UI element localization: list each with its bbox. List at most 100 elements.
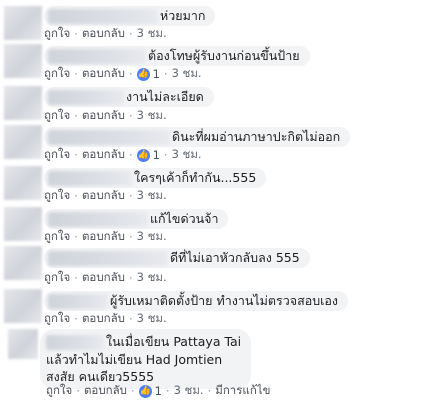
separator: · bbox=[163, 67, 168, 81]
like-button[interactable]: ถูกใจ bbox=[44, 269, 70, 287]
comment-bubble: ในเมื่อเขียน Pattaya Tai แล้วทำไมไม่เขีย… bbox=[40, 329, 252, 389]
separator: · bbox=[128, 109, 133, 123]
reply-button[interactable]: ตอบกลับ bbox=[82, 228, 125, 246]
like-button[interactable]: ถูกใจ bbox=[44, 187, 70, 205]
separator: · bbox=[128, 230, 133, 244]
comment-text: ดีที่ไม่เอาหัวกลับลง 555 bbox=[170, 250, 300, 265]
comment-text: ต้องโทษผู้รับงานก่อนขึ้นป้าย bbox=[148, 48, 300, 63]
comment-bubble: ใครๆเค้าก็ทำกัน...555 bbox=[44, 168, 267, 188]
reaction-count[interactable]: 1 bbox=[153, 67, 160, 81]
separator: · bbox=[130, 384, 135, 398]
like-button[interactable]: ถูกใจ bbox=[44, 25, 70, 43]
separator: · bbox=[74, 109, 78, 123]
commenter-name[interactable] bbox=[48, 129, 170, 145]
separator: · bbox=[128, 271, 133, 285]
like-button[interactable]: ถูกใจ bbox=[44, 146, 70, 164]
comment-text-line: แล้วทำไมไม่เขียน Had Jomtien bbox=[46, 352, 223, 367]
comment-bubble: ดินะที่ผมอ่านภาษาปะกิตไม่ออก bbox=[44, 127, 351, 147]
comment-actions: ถูกใจ · ตอบกลับ · 3 ชม. bbox=[44, 26, 167, 42]
commenter-name[interactable] bbox=[48, 211, 148, 227]
separator: · bbox=[207, 384, 212, 398]
avatar[interactable] bbox=[8, 329, 38, 359]
reply-button[interactable]: ตอบกลับ bbox=[82, 107, 125, 125]
separator: · bbox=[128, 189, 133, 203]
separator: · bbox=[163, 148, 168, 162]
avatar[interactable] bbox=[4, 6, 42, 40]
like-button[interactable]: ถูกใจ bbox=[44, 107, 70, 125]
separator: · bbox=[74, 189, 78, 203]
reply-button[interactable]: ตอบกลับ bbox=[82, 146, 125, 164]
commenter-name[interactable] bbox=[48, 8, 158, 24]
comment-actions: ถูกใจ · ตอบกลับ · 👍 1 · 3 ชม. bbox=[44, 66, 202, 82]
commenter-name[interactable] bbox=[48, 293, 108, 309]
comment-bubble: แก้ไขด่วนจ้า bbox=[44, 209, 229, 229]
separator: · bbox=[128, 67, 133, 81]
like-button[interactable]: ถูกใจ bbox=[44, 65, 70, 83]
timestamp[interactable]: 3 ชม. bbox=[137, 187, 167, 205]
reply-button[interactable]: ตอบกลับ bbox=[82, 269, 125, 287]
separator: · bbox=[128, 312, 133, 326]
commenter-name[interactable] bbox=[48, 170, 132, 186]
comment-text: ห่วยมาก bbox=[160, 8, 206, 23]
separator: · bbox=[76, 384, 80, 398]
comment-bubble: ผู้รับเหมาติดตั้งป้าย ทำงานไม่ตรวจสอบเอง bbox=[44, 291, 349, 311]
comment-text: งานไม่ละเอียด bbox=[126, 89, 204, 104]
separator: · bbox=[128, 148, 133, 162]
comment-text-line: ในเมื่อเขียน Pattaya Tai bbox=[106, 334, 242, 349]
reaction-count[interactable]: 1 bbox=[153, 148, 160, 162]
like-icon: 👍 bbox=[138, 384, 152, 398]
separator: · bbox=[74, 148, 78, 162]
comment-thread: ห่วยมาก ถูกใจ · ตอบกลับ · 3 ชม. ต้องโทษผ… bbox=[0, 0, 448, 402]
like-button[interactable]: ถูกใจ bbox=[44, 310, 70, 328]
comment-text: ผู้รับเหมาติดตั้งป้าย ทำงานไม่ตรวจสอบเอง bbox=[110, 293, 339, 308]
like-button[interactable]: ถูกใจ bbox=[46, 382, 72, 400]
reply-button[interactable]: ตอบกลับ bbox=[82, 65, 125, 83]
comment-bubble: ต้องโทษผู้รับงานก่อนขึ้นป้าย bbox=[44, 46, 310, 66]
edited-label[interactable]: มีการแก้ไข bbox=[215, 382, 270, 400]
avatar[interactable] bbox=[4, 246, 42, 280]
comment-actions: ถูกใจ · ตอบกลับ · 3 ชม. bbox=[44, 270, 167, 286]
avatar[interactable] bbox=[4, 289, 42, 323]
reply-button[interactable]: ตอบกลับ bbox=[84, 382, 127, 400]
separator: · bbox=[74, 67, 78, 81]
separator: · bbox=[128, 27, 133, 41]
avatar[interactable] bbox=[4, 207, 42, 241]
avatar[interactable] bbox=[4, 86, 42, 120]
commenter-name[interactable] bbox=[48, 48, 146, 64]
like-button[interactable]: ถูกใจ bbox=[44, 228, 70, 246]
commenter-name[interactable] bbox=[48, 250, 168, 266]
timestamp[interactable]: 3 ชม. bbox=[137, 310, 167, 328]
separator: · bbox=[74, 271, 78, 285]
comment-text: ดินะที่ผมอ่านภาษาปะกิตไม่ออก bbox=[172, 129, 341, 144]
reply-button[interactable]: ตอบกลับ bbox=[82, 310, 125, 328]
timestamp[interactable]: 3 ชม. bbox=[137, 107, 167, 125]
timestamp[interactable]: 3 ชม. bbox=[137, 269, 167, 287]
reaction-count[interactable]: 1 bbox=[155, 384, 162, 398]
timestamp[interactable]: 3 ชม. bbox=[172, 65, 202, 83]
like-icon: 👍 bbox=[136, 148, 150, 162]
commenter-name[interactable] bbox=[46, 334, 104, 350]
timestamp[interactable]: 3 ชม. bbox=[137, 228, 167, 246]
comment-text: แก้ไขด่วนจ้า bbox=[150, 211, 219, 226]
avatar[interactable] bbox=[4, 166, 42, 200]
comment-bubble: ห่วยมาก bbox=[44, 6, 216, 26]
comment-actions: ถูกใจ · ตอบกลับ · 👍 1 · 3 ชม. bbox=[44, 147, 202, 163]
comment-text: ใครๆเค้าก็ทำกัน...555 bbox=[134, 170, 257, 185]
timestamp[interactable]: 3 ชม. bbox=[137, 25, 167, 43]
avatar[interactable] bbox=[4, 125, 42, 159]
avatar[interactable] bbox=[4, 44, 42, 78]
separator: · bbox=[74, 312, 78, 326]
separator: · bbox=[74, 27, 78, 41]
comment-actions: ถูกใจ · ตอบกลับ · 3 ชม. bbox=[44, 108, 167, 124]
timestamp[interactable]: 3 ชม. bbox=[172, 146, 202, 164]
like-icon: 👍 bbox=[136, 67, 150, 81]
commenter-name[interactable] bbox=[48, 89, 124, 105]
reply-button[interactable]: ตอบกลับ bbox=[82, 187, 125, 205]
comment-actions: ถูกใจ · ตอบกลับ · 3 ชม. bbox=[44, 188, 167, 204]
separator: · bbox=[74, 230, 78, 244]
comment-bubble: งานไม่ละเอียด bbox=[44, 87, 214, 107]
timestamp[interactable]: 3 ชม. bbox=[174, 382, 204, 400]
comment-bubble: ดีที่ไม่เอาหัวกลับลง 555 bbox=[44, 248, 310, 268]
comment-actions: ถูกใจ · ตอบกลับ · 👍 1 · 3 ชม. · มีการแก้… bbox=[46, 383, 270, 399]
reply-button[interactable]: ตอบกลับ bbox=[82, 25, 125, 43]
